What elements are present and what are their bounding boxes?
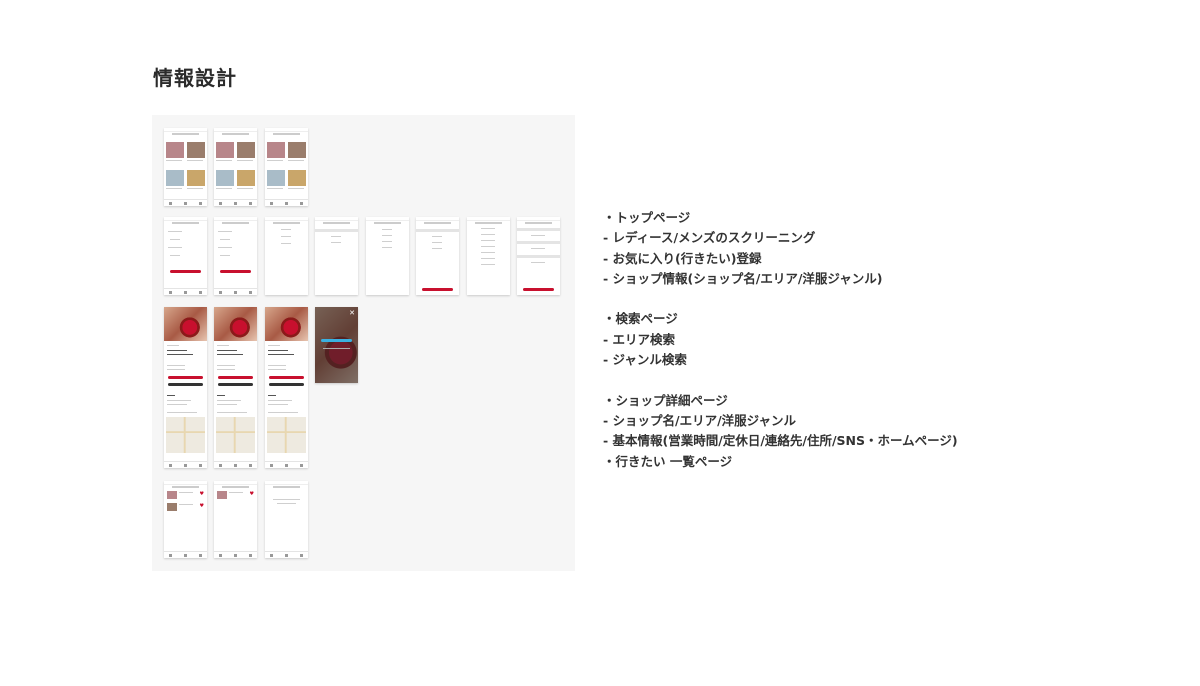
close-icon: ✕ <box>349 309 355 317</box>
wireframe-area-list-1 <box>315 217 358 295</box>
notes-detail-item: - ショップ名/エリア/洋服ジャンル <box>603 412 797 428</box>
wireframe-genre-list-1 <box>467 217 510 295</box>
notes-search-heading: ・検索ページ <box>603 311 678 327</box>
notes-search-item: - エリア検索 <box>603 331 676 347</box>
wireframe-shop-detail-2 <box>214 307 257 468</box>
wireframe-search-page-1 <box>164 217 207 295</box>
notes-top-heading: ・トップページ <box>603 210 691 225</box>
wireframe-wishlist-1: ♥ ♥ <box>164 481 207 558</box>
wireframe-area-list-3 <box>416 217 459 295</box>
wireframe-search-page-3 <box>265 217 308 295</box>
heart-icon: ♥ <box>249 491 254 497</box>
notes-detail-item: - 基本情報(営業時間/定休日/連絡先/住所/SNS・ホームページ) <box>603 433 958 449</box>
notes-wishlist-heading: ・行きたい 一覧ページ <box>603 453 733 469</box>
heart-icon: ♥ <box>199 491 204 497</box>
notes-top-item: - ショップ情報(ショップ名/エリア/洋服ジャンル) <box>603 270 883 286</box>
wireframe-genre-list-2 <box>517 217 560 295</box>
notes-top-item: - レディース/メンズのスクリーニング <box>603 230 816 246</box>
wireframe-top-page-1 <box>164 128 207 206</box>
notes-top-item: - お気に入り(行きたい)登録 <box>603 250 762 266</box>
notes-detail-heading: ・ショップ詳細ページ <box>603 392 728 408</box>
wireframe-area-list-2 <box>366 217 409 295</box>
wireframe-shop-detail-3 <box>265 307 308 468</box>
feature-notes: ・トップページ - レディース/メンズのスクリーニング - お気に入り(行きたい… <box>603 208 958 472</box>
wireframe-wishlist-empty <box>265 481 308 558</box>
wireframe-top-page-3 <box>265 128 308 206</box>
wireframe-shop-detail-1 <box>164 307 207 468</box>
wireframe-shop-detail-modal: ✕ <box>315 307 358 383</box>
wireframe-search-page-2 <box>214 217 257 295</box>
wireframe-board: ✕ ♥ ♥ ♥ <box>152 115 575 571</box>
heart-icon: ♥ <box>199 503 204 509</box>
wireframe-top-page-2 <box>214 128 257 206</box>
notes-search-item: - ジャンル検索 <box>603 352 687 368</box>
page-title: 情報設計 <box>153 66 237 90</box>
wireframe-wishlist-2: ♥ <box>214 481 257 558</box>
